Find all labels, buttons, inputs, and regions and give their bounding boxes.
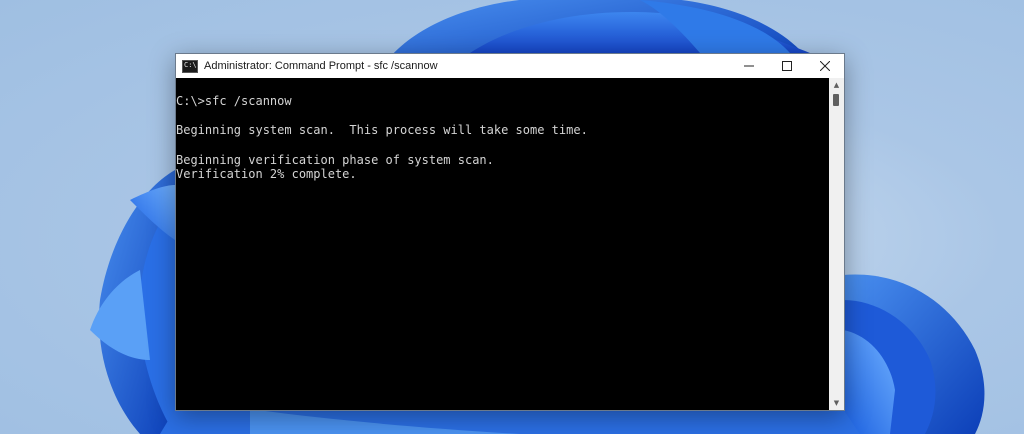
- console-line: C:\>sfc /scannow: [176, 94, 292, 108]
- scrollbar-thumb[interactable]: [833, 94, 839, 106]
- close-icon: [820, 61, 830, 71]
- console-line: Verification 2% complete.: [176, 167, 357, 182]
- command-prompt-window: C:\ Administrator: Command Prompt - sfc …: [175, 53, 845, 411]
- maximize-icon: [782, 61, 792, 71]
- console-line: Beginning system scan. This process will…: [176, 123, 588, 138]
- scroll-down-icon[interactable]: ▼: [829, 396, 844, 410]
- maximize-button[interactable]: [768, 54, 806, 78]
- minimize-icon: [744, 65, 754, 67]
- close-button[interactable]: [806, 54, 844, 78]
- window-controls: [730, 54, 844, 78]
- vertical-scrollbar[interactable]: ▲ ▼: [829, 78, 844, 410]
- console-output[interactable]: C:\>sfc /scannow Beginning system scan. …: [176, 78, 829, 410]
- window-title: Administrator: Command Prompt - sfc /sca…: [204, 60, 438, 72]
- console-line: Beginning verification phase of system s…: [176, 152, 494, 167]
- title-bar[interactable]: C:\ Administrator: Command Prompt - sfc …: [176, 54, 844, 78]
- command-prompt-icon[interactable]: C:\: [182, 59, 198, 73]
- scroll-up-icon[interactable]: ▲: [829, 78, 844, 92]
- minimize-button[interactable]: [730, 54, 768, 78]
- app-icon-text: C:\: [184, 60, 197, 69]
